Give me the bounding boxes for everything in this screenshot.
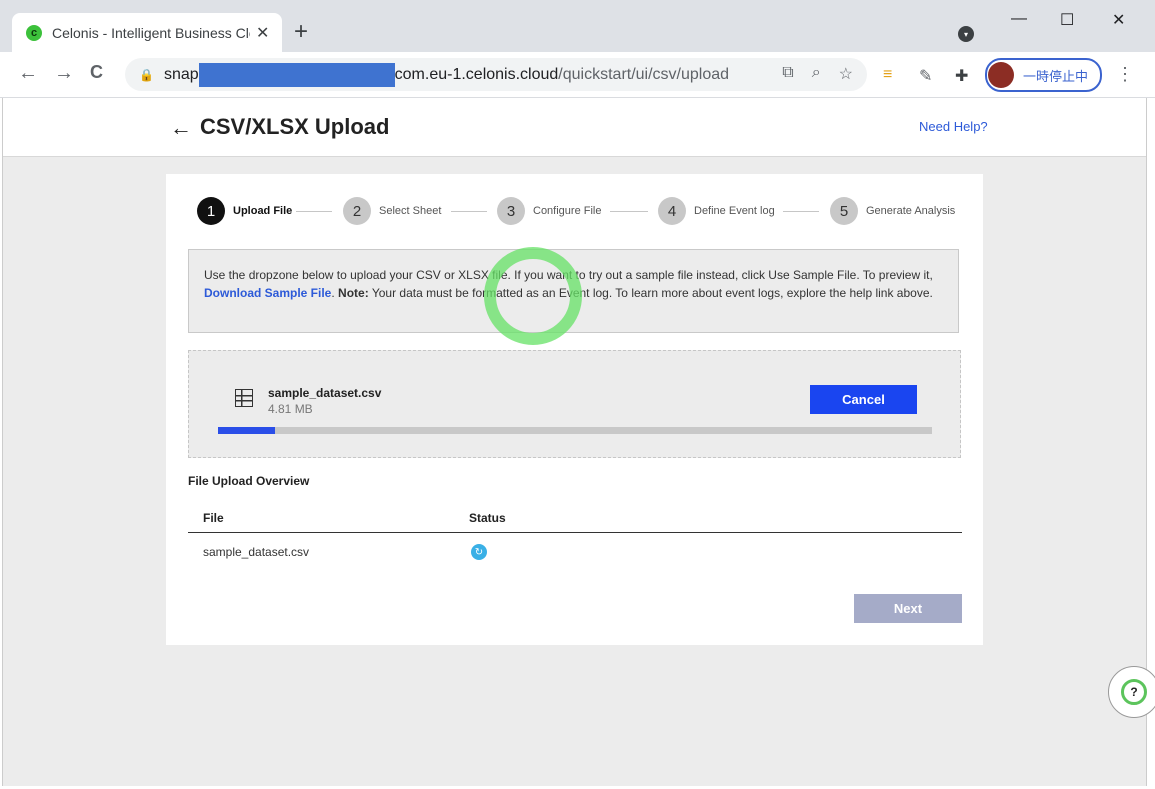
cancel-upload-button[interactable]: Cancel xyxy=(810,385,917,414)
reload-icon[interactable]: C xyxy=(90,62,103,83)
translate-icon[interactable]: ⧉ xyxy=(782,64,793,84)
step-generate-analysis: 5 Generate Analysis xyxy=(830,197,955,225)
profile-button[interactable]: 一時停止中 xyxy=(985,58,1102,92)
url-path: /quickstart/ui/csv/upload xyxy=(558,65,730,83)
page-content: ← CSV/XLSX Upload Need Help? 1 Upload Fi… xyxy=(2,98,1147,786)
step-number: 3 xyxy=(497,197,525,225)
browser-menu-icon[interactable]: ⋮ xyxy=(1116,64,1134,85)
upload-progress-bar xyxy=(218,427,932,434)
table-row-file-name: sample_dataset.csv xyxy=(203,545,310,559)
stepper-connector xyxy=(451,211,487,212)
lock-icon: 🔒 xyxy=(139,67,154,82)
notes-extension-icon[interactable]: ✎ xyxy=(919,66,932,86)
zoom-icon[interactable]: ⌕ xyxy=(812,64,821,84)
forward-icon[interactable]: → xyxy=(54,62,74,85)
column-header-file: File xyxy=(203,511,224,525)
browser-toolbar: ← → C 🔒 snap com.eu-1.celonis.cloud /qui… xyxy=(0,52,1155,98)
step-upload-file: 1 Upload File xyxy=(197,197,292,225)
help-icon: ? xyxy=(1121,679,1147,705)
note-label: Note: xyxy=(338,286,369,300)
step-label: Select Sheet xyxy=(379,205,442,217)
table-header-divider xyxy=(188,532,962,533)
step-label: Generate Analysis xyxy=(866,205,956,217)
new-tab-button[interactable]: + xyxy=(294,20,308,44)
page-title: CSV/XLSX Upload xyxy=(200,114,390,139)
url-redaction xyxy=(198,62,395,87)
celonis-favicon-icon: c xyxy=(26,25,42,41)
uploading-file-size: 4.81 MB xyxy=(268,402,313,416)
url-prefix: snap xyxy=(163,65,199,83)
upload-progress-fill xyxy=(218,427,276,434)
step-define-event-log: 4 Define Event log xyxy=(658,197,775,225)
step-label: Upload File xyxy=(233,205,293,217)
browser-tab[interactable]: c Celonis - Intelligent Business Cloud ✕ xyxy=(12,13,282,53)
step-configure-file: 3 Configure File xyxy=(497,197,601,225)
close-window-button[interactable]: ✕ xyxy=(1112,10,1125,30)
tab-title: Celonis - Intelligent Business Cloud xyxy=(52,25,250,41)
browser-tab-bar: c Celonis - Intelligent Business Cloud ✕… xyxy=(0,0,1155,53)
file-dropzone[interactable]: sample_dataset.csv 4.81 MB Cancel xyxy=(188,350,961,458)
step-label: Configure File xyxy=(533,205,602,217)
avatar xyxy=(988,62,1014,88)
uploading-file-name: sample_dataset.csv xyxy=(268,386,382,400)
need-help-link[interactable]: Need Help? xyxy=(919,119,988,134)
step-number: 1 xyxy=(197,197,225,225)
address-bar[interactable]: 🔒 snap com.eu-1.celonis.cloud /quickstar… xyxy=(125,58,867,91)
maximize-window-button[interactable]: ☐ xyxy=(1060,10,1074,30)
table-file-icon xyxy=(235,389,253,407)
stepper-connector xyxy=(296,211,332,212)
omnibox-actions: ⧉ ⌕ ☆ xyxy=(782,64,853,84)
click-indicator-ring xyxy=(484,247,582,345)
help-floating-button[interactable]: ? xyxy=(1108,666,1155,718)
instructions-text: Your data must be formatted as an Event … xyxy=(368,286,933,300)
minimize-window-button[interactable]: — xyxy=(1011,10,1027,28)
extensions-puzzle-icon[interactable]: ✚ xyxy=(955,66,968,86)
step-select-sheet: 2 Select Sheet xyxy=(343,197,441,225)
download-sample-file-link[interactable]: Download Sample File xyxy=(204,286,331,300)
loading-icon: ↻ xyxy=(471,544,487,560)
step-label: Define Event log xyxy=(694,205,775,217)
back-icon[interactable]: ← xyxy=(18,62,38,85)
file-upload-overview-title: File Upload Overview xyxy=(188,474,310,488)
surf-extension-icon[interactable]: ≡ xyxy=(883,66,892,84)
step-number: 2 xyxy=(343,197,371,225)
stepper-connector xyxy=(610,211,648,212)
tab-search-icon[interactable]: ▾ xyxy=(958,26,974,42)
url-host: com.eu-1.celonis.cloud xyxy=(394,65,559,83)
page-header: ← CSV/XLSX Upload Need Help? xyxy=(3,98,1146,157)
stepper-connector xyxy=(783,211,819,212)
upload-card: 1 Upload File 2 Select Sheet 3 Configure… xyxy=(166,174,983,645)
bookmark-star-icon[interactable]: ☆ xyxy=(839,64,853,84)
profile-status-label: 一時停止中 xyxy=(1023,68,1089,84)
tab-close-icon[interactable]: ✕ xyxy=(256,23,269,43)
next-button[interactable]: Next xyxy=(854,594,962,623)
step-number: 4 xyxy=(658,197,686,225)
back-arrow-icon[interactable]: ← xyxy=(170,115,192,141)
step-number: 5 xyxy=(830,197,858,225)
column-header-status: Status xyxy=(469,511,506,525)
